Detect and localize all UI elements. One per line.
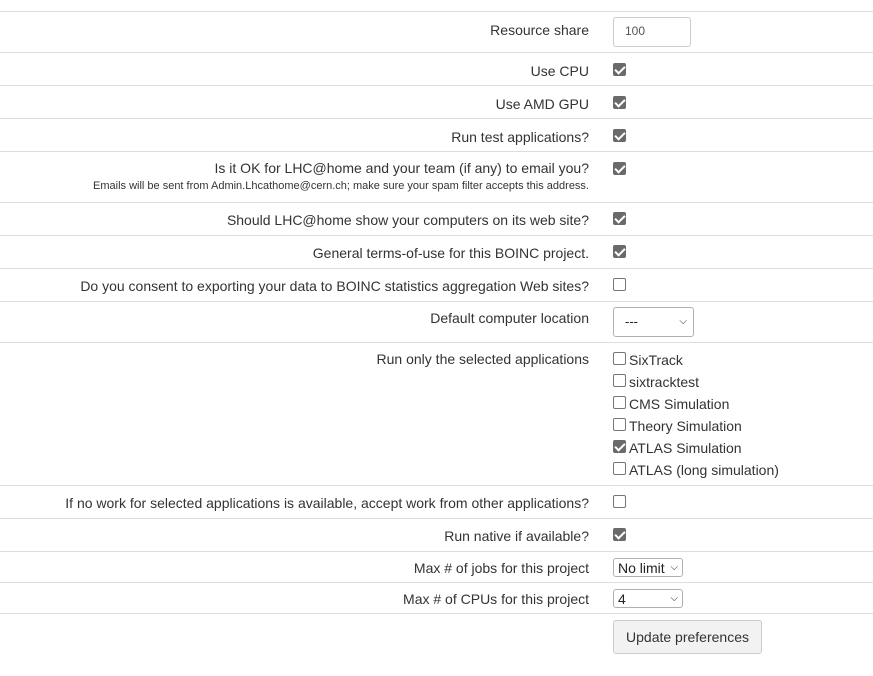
default-location-select[interactable]: --- ⌵ — [613, 307, 694, 337]
terms-of-use-label: General terms-of-use for this BOINC proj… — [312, 245, 589, 261]
show-computers-checkbox[interactable] — [613, 212, 626, 225]
resource-share-label: Resource share — [490, 22, 589, 38]
update-preferences-button[interactable]: Update preferences — [613, 620, 762, 654]
application-name: ATLAS Simulation — [629, 440, 742, 456]
row-run-test-apps: Run test applications? — [0, 119, 873, 152]
email-ok-label-cell: Is it OK for LHC@home and your team (if … — [0, 152, 597, 202]
run-native-label: Run native if available? — [444, 528, 589, 544]
export-consent-checkbox[interactable] — [613, 278, 626, 291]
max-jobs-select[interactable]: No limit ⌵ — [613, 558, 683, 577]
max-cpus-value: 4 — [618, 591, 626, 607]
resource-share-input[interactable]: 100 — [613, 17, 691, 47]
row-show-computers: Should LHC@home show your computers on i… — [0, 203, 873, 236]
application-checkbox[interactable] — [613, 462, 626, 475]
show-computers-label: Should LHC@home show your computers on i… — [226, 212, 589, 228]
email-ok-label: Is it OK for LHC@home and your team (if … — [214, 160, 589, 176]
row-run-only-selected: Run only the selected applications SixTr… — [0, 343, 873, 486]
table-top-border — [0, 0, 873, 12]
row-max-cpus: Max # of CPUs for this project 4 ⌵ — [0, 583, 873, 614]
application-name: sixtracktest — [629, 374, 700, 390]
row-accept-other-work: If no work for selected applications is … — [0, 486, 873, 519]
row-use-cpu: Use CPU — [0, 53, 873, 86]
run-native-checkbox[interactable] — [613, 528, 626, 541]
application-checkbox[interactable] — [613, 440, 626, 453]
application-name: ATLAS (long simulation) — [629, 462, 779, 478]
application-name: CMS Simulation — [629, 396, 730, 412]
default-location-value: --- — [625, 314, 638, 329]
application-checkbox[interactable] — [613, 418, 626, 431]
terms-of-use-checkbox[interactable] — [613, 245, 626, 258]
max-jobs-label: Max # of jobs for this project — [413, 560, 589, 576]
export-consent-label: Do you consent to exporting your data to… — [80, 278, 589, 294]
row-run-native: Run native if available? — [0, 519, 873, 552]
row-terms-of-use: General terms-of-use for this BOINC proj… — [0, 236, 873, 269]
application-checkbox[interactable] — [613, 396, 626, 409]
row-export-consent: Do you consent to exporting your data to… — [0, 269, 873, 302]
use-cpu-label: Use CPU — [530, 63, 589, 79]
row-max-jobs: Max # of jobs for this project No limit … — [0, 552, 873, 583]
run-only-selected-label: Run only the selected applications — [376, 351, 589, 367]
run-test-apps-label: Run test applications? — [451, 129, 589, 145]
max-cpus-label: Max # of CPUs for this project — [403, 591, 589, 607]
application-checkbox[interactable] — [613, 374, 626, 387]
accept-other-work-checkbox[interactable] — [613, 495, 626, 508]
row-use-amd-gpu: Use AMD GPU — [0, 86, 873, 119]
row-submit: Update preferences — [0, 614, 873, 664]
row-email-ok: Is it OK for LHC@home and your team (if … — [0, 152, 873, 203]
application-name: Theory Simulation — [629, 418, 742, 434]
application-name: SixTrack — [629, 352, 683, 368]
run-test-apps-checkbox[interactable] — [613, 129, 626, 142]
use-cpu-checkbox[interactable] — [613, 63, 626, 76]
accept-other-work-label: If no work for selected applications is … — [65, 495, 589, 511]
use-amd-gpu-checkbox[interactable] — [613, 96, 626, 109]
submit-spacer — [0, 614, 597, 664]
application-checkbox[interactable] — [613, 352, 626, 365]
chevron-down-icon: ⌵ — [670, 561, 678, 573]
use-amd-gpu-label: Use AMD GPU — [495, 96, 589, 112]
chevron-down-icon: ⌵ — [670, 592, 678, 604]
max-cpus-select[interactable]: 4 ⌵ — [613, 589, 683, 608]
chevron-down-icon: ⌵ — [679, 316, 687, 327]
max-jobs-value: No limit — [618, 560, 665, 576]
email-ok-checkbox[interactable] — [613, 162, 626, 175]
project-preferences-table: Resource share 100 Use CPU Use AMD GPU R… — [0, 0, 873, 664]
row-default-location: Default computer location --- ⌵ — [0, 302, 873, 343]
default-location-label: Default computer location — [430, 310, 589, 326]
row-resource-share: Resource share 100 — [0, 12, 873, 53]
email-ok-note: Emails will be sent from Admin.Lhcathome… — [93, 180, 589, 192]
